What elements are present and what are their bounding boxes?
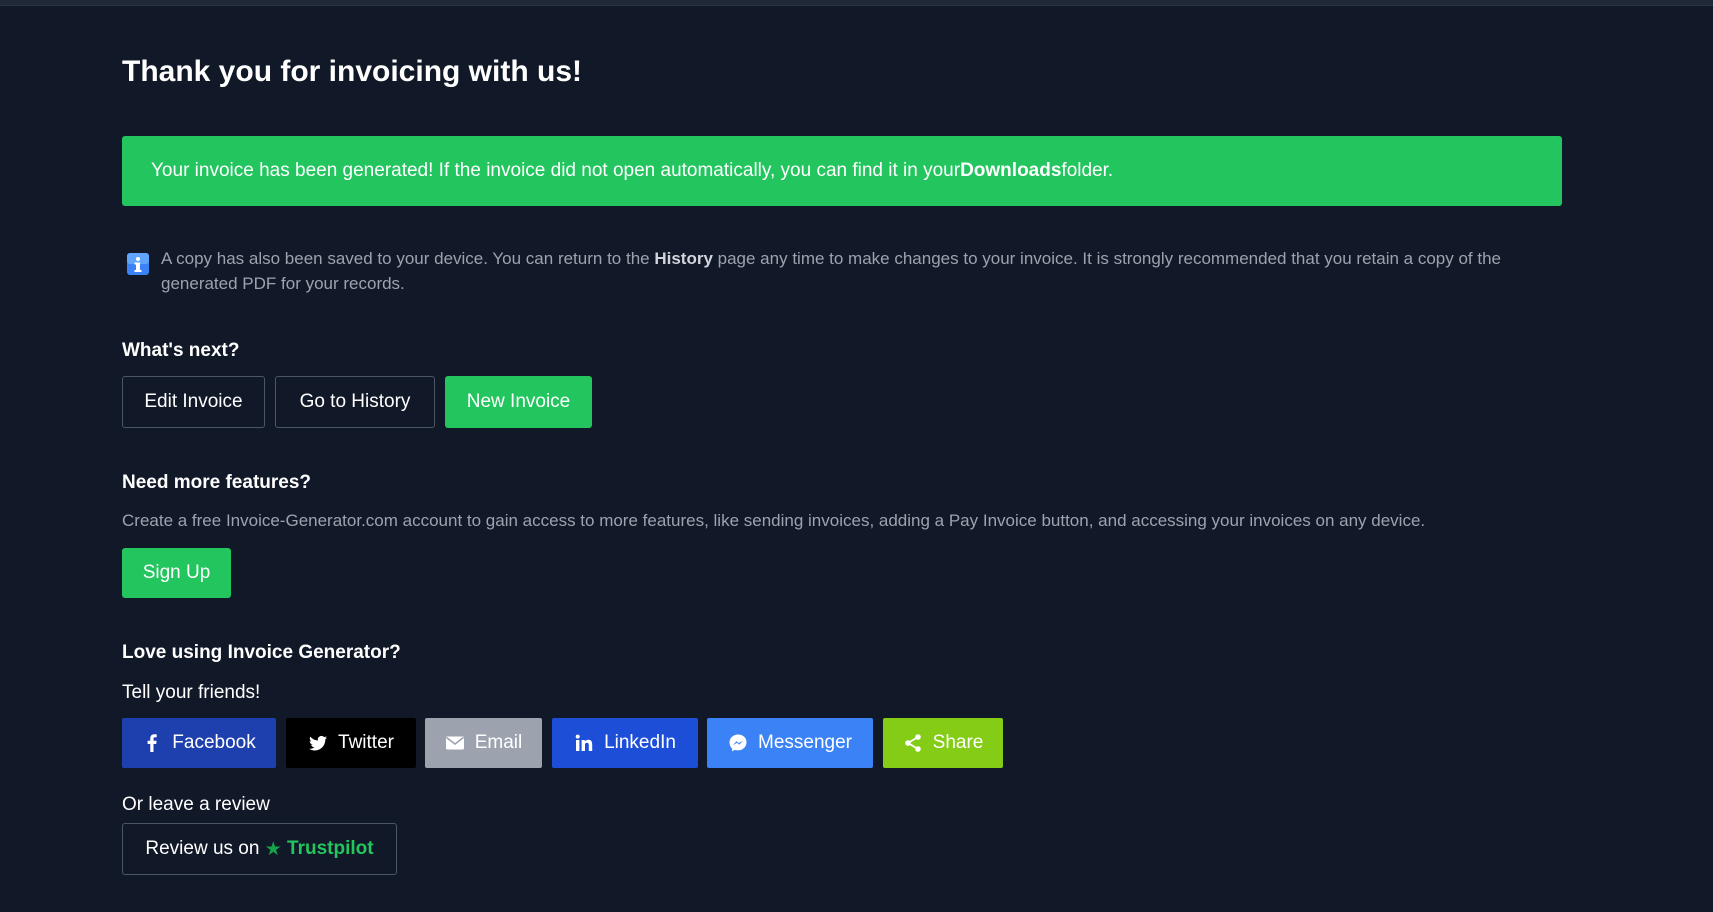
review-prefix: Review us on bbox=[145, 838, 265, 859]
twitter-label: Twitter bbox=[338, 732, 394, 753]
messenger-share-button[interactable]: Messenger bbox=[707, 718, 873, 768]
twitter-share-button[interactable]: Twitter bbox=[286, 718, 416, 768]
facebook-share-button[interactable]: Facebook bbox=[122, 718, 276, 768]
alert-text-before: Your invoice has been generated! If the … bbox=[151, 160, 961, 181]
email-share-button[interactable]: Email bbox=[425, 718, 542, 768]
info-history-bold: History bbox=[654, 249, 713, 268]
sign-up-button[interactable]: Sign Up bbox=[122, 548, 231, 598]
go-to-history-button[interactable]: Go to History bbox=[275, 376, 435, 428]
facebook-icon bbox=[147, 734, 157, 752]
info-icon bbox=[127, 253, 149, 275]
share-button[interactable]: Share bbox=[883, 718, 1003, 768]
tell-friends-text: Tell your friends! bbox=[122, 682, 261, 703]
trustpilot-brand: Trustpilot bbox=[287, 838, 374, 859]
new-invoice-button[interactable]: New Invoice bbox=[445, 376, 592, 428]
leave-review-text: Or leave a review bbox=[122, 794, 270, 815]
linkedin-label: LinkedIn bbox=[604, 732, 676, 753]
success-alert: Your invoice has been generated! If the … bbox=[122, 136, 1562, 206]
share-label: Share bbox=[932, 732, 984, 753]
twitter-icon bbox=[309, 735, 328, 751]
alert-text-after: folder. bbox=[1061, 160, 1114, 181]
whats-next-heading: What's next? bbox=[122, 340, 240, 361]
page-title: Thank you for invoicing with us! bbox=[122, 55, 583, 88]
trustpilot-review-button[interactable]: Review us on ★ Trustpilot bbox=[122, 823, 397, 875]
need-more-features-heading: Need more features? bbox=[122, 472, 312, 493]
features-description: Create a free Invoice-Generator.com acco… bbox=[122, 511, 1426, 530]
trustpilot-star-icon: ★ bbox=[264, 838, 282, 860]
messenger-icon bbox=[729, 734, 747, 752]
email-icon bbox=[445, 736, 464, 750]
linkedin-icon bbox=[575, 734, 593, 751]
love-heading: Love using Invoice Generator? bbox=[122, 642, 401, 663]
messenger-label: Messenger bbox=[758, 732, 852, 753]
share-icon bbox=[904, 734, 921, 752]
alert-downloads-bold: Downloads bbox=[960, 160, 1062, 181]
linkedin-share-button[interactable]: LinkedIn bbox=[552, 718, 698, 768]
info-notice: A copy has also been saved to your devic… bbox=[122, 246, 1562, 296]
info-text: A copy has also been saved to your devic… bbox=[161, 246, 1561, 296]
facebook-label: Facebook bbox=[172, 732, 256, 753]
info-text-before: A copy has also been saved to your devic… bbox=[161, 249, 655, 268]
edit-invoice-button[interactable]: Edit Invoice bbox=[122, 376, 265, 428]
top-border bbox=[0, 0, 1713, 6]
email-label: Email bbox=[474, 732, 523, 753]
